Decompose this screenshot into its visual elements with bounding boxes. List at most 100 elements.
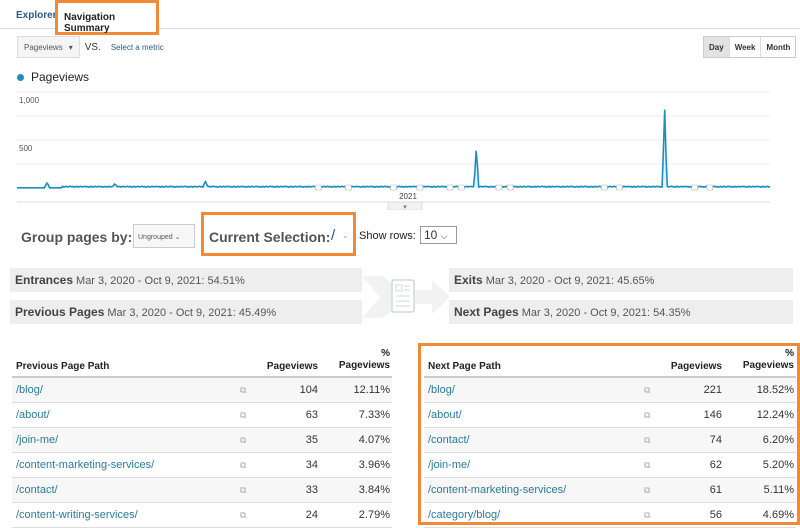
pct-label: Pageviews [338,360,390,371]
entrances-text: Mar 3, 2020 - Oct 9, 2021: 54.51% [76,275,245,287]
series-area [17,109,770,188]
week-button[interactable]: Week [730,37,762,57]
select-metric-link[interactable]: Select a metric [111,43,164,52]
pct-pageviews-value: 4.07% [358,434,390,446]
caret-down-icon: ▾ [68,42,73,52]
table-row: /blog/ ⧉ 104 12.11% [12,378,392,403]
page-path-link[interactable]: /content-writing-services/ [16,509,138,521]
header-next-page-path[interactable]: Next Page Path [424,361,644,372]
x-tick-label: 2021 [399,192,417,201]
pageviews-value: 35 [305,434,318,446]
entrances-summary[interactable]: Entrances Mar 3, 2020 - Oct 9, 2021: 54.5… [10,268,362,292]
page-path-link[interactable]: /about/ [16,409,50,421]
table-row: /contact/ ⧉ 74 6.20% [424,428,796,453]
current-selection-value[interactable]: / [331,227,335,244]
annotation-marker [416,184,424,191]
pct-pageviews-value: 5.20% [762,459,794,471]
open-page-icon[interactable]: ⧉ [240,460,260,471]
header-pct-pageviews[interactable]: % Pageviews [320,348,392,372]
page-path-link[interactable]: /join-me/ [428,459,470,471]
exits-summary[interactable]: Exits Mar 3, 2020 - Oct 9, 2021: 45.65% [449,268,793,292]
open-page-icon[interactable]: ⧉ [644,385,664,396]
page-path-link[interactable]: /content-marketing-services/ [428,484,566,496]
tab-explorer[interactable]: Explorer [16,10,57,21]
group-pages-value: Ungrouped [138,234,173,241]
metric-dropdown-value: Pageviews [24,42,63,52]
open-page-icon[interactable]: ⧉ [644,460,664,471]
open-page-icon[interactable]: ⧉ [644,510,664,521]
annotation-marker [345,184,352,191]
page-path-link[interactable]: /content-marketing-services/ [16,459,154,471]
exits-text: Mar 3, 2020 - Oct 9, 2021: 45.65% [485,275,655,287]
pct-symbol: % [785,348,794,359]
group-pages-dropdown[interactable]: Ungrouped ⌄ [133,224,195,248]
pageviews-value: 104 [299,384,318,396]
next-pages-label: Next Pages [454,305,519,319]
table-row: /content-marketing-services/ ⧉ 61 5.11% [424,478,796,503]
show-rows-value: 10 [424,228,438,242]
exits-label: Exits [454,273,483,287]
open-page-icon[interactable]: ⧉ [240,435,260,446]
header-pct-pageviews[interactable]: % Pageviews [724,348,796,372]
open-page-icon[interactable]: ⧉ [240,510,260,521]
table-row: /content-marketing-services/ ⧉ 34 3.96% [12,453,392,478]
pageviews-value: 63 [305,409,318,421]
previous-pages-summary[interactable]: Previous Pages Mar 3, 2020 - Oct 9, 2021:… [10,300,362,324]
tab-navigation-summary[interactable]: Navigation Summary [55,0,159,35]
pageviews-value: 24 [305,509,318,521]
caret-down-icon: ⌄ [174,234,181,241]
pct-pageviews-value: 12.24% [756,409,794,421]
current-selection-label: Current Selection: [209,229,331,245]
legend-label: Pageviews [31,70,90,84]
pageviews-value: 62 [709,459,722,471]
previous-pages-label: Previous Pages [15,305,105,319]
pageviews-value: 56 [709,509,722,521]
annotation-marker [390,184,397,191]
pct-pageviews-value: 2.79% [358,509,390,521]
page-path-link[interactable]: /category/blog/ [428,509,500,521]
annotation-marker [495,184,503,191]
annotation-marker [691,184,699,191]
open-page-icon[interactable]: ⧉ [644,410,664,421]
table-body: /blog/ ⧉ 221 18.52% /about/ ⧉ 146 12.24% /contac… [424,378,796,528]
page-path-link[interactable]: /join-me/ [16,434,58,446]
caret-down-icon[interactable]: ⌄ [342,231,349,240]
day-button[interactable]: Day [704,37,730,57]
header-pageviews[interactable]: Pageviews [260,361,320,372]
pct-pageviews-value: 5.11% [763,484,794,496]
annotation-marker [601,184,608,191]
metric-selector-row: Pageviews ▾ VS. Select a metric [17,36,164,58]
table-header: Next Page Path Pageviews % Pageviews [424,345,796,378]
open-page-icon[interactable]: ⧉ [644,485,664,496]
next-pages-summary[interactable]: Next Pages Mar 3, 2020 - Oct 9, 2021: 54.… [449,300,793,324]
report-tabs: Explorer Navigation Summary [0,0,800,35]
page-path-link[interactable]: /blog/ [16,384,43,396]
entrances-label: Entrances [15,273,74,287]
open-page-icon[interactable]: ⧉ [240,485,260,496]
group-pages-label: Group pages by: [21,229,133,245]
open-page-icon[interactable]: ⧉ [240,410,260,421]
header-previous-page-path[interactable]: Previous Page Path [12,361,240,372]
pageviews-chart[interactable]: 1,000 500 2021 ▾ [0,84,800,210]
pageviews-value: 34 [305,459,318,471]
pct-pageviews-value: 4.69% [762,509,794,521]
pct-pageviews-value: 3.96% [358,459,390,471]
pageviews-value: 146 [703,409,722,421]
next-pages-text: Mar 3, 2020 - Oct 9, 2021: 54.35% [521,307,691,319]
y-tick-label: 1,000 [19,96,40,105]
page-path-link[interactable]: /about/ [428,409,462,421]
open-page-icon[interactable]: ⧉ [240,385,260,396]
page-path-link[interactable]: /contact/ [428,434,470,446]
pageviews-value: 221 [703,384,722,396]
page-path-link[interactable]: /contact/ [16,484,58,496]
metric-dropdown[interactable]: Pageviews ▾ [17,36,80,58]
pageviews-value: 61 [709,484,722,496]
month-button[interactable]: Month [761,37,795,57]
header-pageviews[interactable]: Pageviews [664,361,724,372]
pct-symbol: % [381,348,390,359]
open-page-icon[interactable]: ⧉ [644,435,664,446]
show-rows-select[interactable]: 10 ⌵ [420,226,457,244]
caret-down-icon: ▾ [403,204,407,210]
page-path-link[interactable]: /blog/ [428,384,455,396]
pct-pageviews-value: 18.52% [756,384,794,396]
